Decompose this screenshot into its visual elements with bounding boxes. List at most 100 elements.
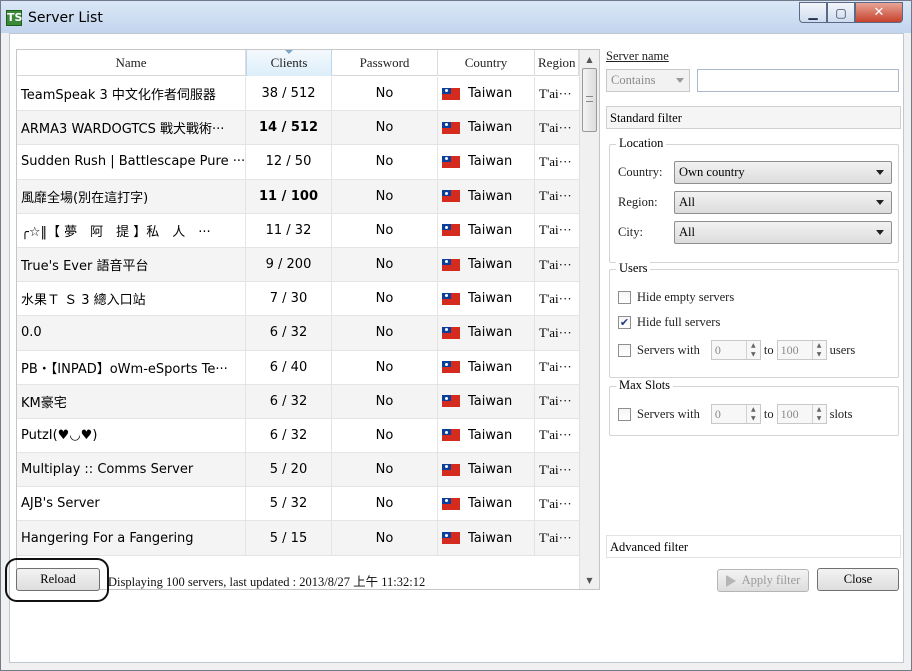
apply-filter-icon <box>725 574 736 587</box>
slots-min-spinbox[interactable]: 0 ▲ ▼ <box>710 404 761 424</box>
column-header-clients[interactable]: Clients <box>246 50 332 76</box>
server-name-cell: 0.0 <box>17 316 246 350</box>
taiwan-flag-icon <box>442 326 460 339</box>
table-row[interactable]: 0.0 6 / 32 No Taiwan T'ai··· <box>17 316 579 351</box>
column-header-name[interactable]: Name <box>17 50 246 76</box>
region-cell: T'ai··· <box>539 427 572 443</box>
hide-empty-label: Hide empty servers <box>637 290 735 304</box>
spin-down-icon[interactable]: ▼ <box>747 414 760 423</box>
location-group: Location Country: Own country Region: Al… <box>609 136 899 263</box>
close-window-button[interactable]: ✕ <box>855 2 903 23</box>
region-row: Region: All <box>618 191 892 214</box>
clients-cell: 5 / 32 <box>246 487 332 521</box>
country-select[interactable]: Own country <box>674 161 892 184</box>
table-row[interactable]: True's Ever 語音平台 9 / 200 No Taiwan T'ai··· <box>17 247 579 283</box>
scrollbar-thumb[interactable] <box>582 68 597 132</box>
server-name-cell: ARMA3 WARDOGTCS 戰犬戰術··· <box>17 111 246 145</box>
slots-range-checkbox[interactable] <box>618 407 631 421</box>
server-name-cell: TeamSpeak 3 中文化作者伺服器 <box>17 77 246 111</box>
taiwan-flag-icon <box>442 361 460 374</box>
hide-full-row[interactable]: ✔ Hide full servers <box>618 315 720 330</box>
server-name-cell: PB・【INPAD】oWm-eSports Te··· <box>17 350 246 384</box>
password-cell: No <box>332 384 438 418</box>
region-cell: T'ai··· <box>539 495 572 511</box>
spin-down-icon[interactable]: ▼ <box>747 350 760 359</box>
table-row[interactable]: TeamSpeak 3 中文化作者伺服器 38 / 512 No Taiwan T'ai… <box>17 77 579 112</box>
taiwan-flag-icon <box>442 292 460 305</box>
region-select[interactable]: All <box>674 191 892 214</box>
country-name: Taiwan <box>468 427 513 443</box>
column-header-clients-label: Clients <box>270 55 308 70</box>
table-row[interactable]: PB・【INPAD】oWm-eSports Te··· 6 / 40 No Taiwa… <box>17 350 579 385</box>
table-row[interactable]: Sudden Rush | Battlescape Pure ··· 12 / 5… <box>17 145 579 180</box>
users-min-spinbox[interactable]: 0 ▲ ▼ <box>710 340 761 360</box>
clients-cell: 11 / 32 <box>246 213 332 247</box>
server-name-cell: 風靡全場(別在這打字) <box>17 179 246 213</box>
spin-down-icon[interactable]: ▼ <box>813 414 826 423</box>
maximize-button[interactable]: ▢ <box>827 2 855 23</box>
table-row[interactable]: Multiplay :: Comms Server 5 / 20 No Taiwan T… <box>17 453 579 488</box>
taiwan-flag-icon <box>442 155 460 168</box>
slots-max-value: 100 <box>780 406 799 421</box>
scroll-down-arrow-icon[interactable]: ▼ <box>580 571 599 589</box>
taiwan-flag-icon <box>442 532 460 545</box>
minimize-button[interactable]: ▁ <box>799 2 827 23</box>
region-cell: T'ai··· <box>539 359 572 375</box>
table-row[interactable]: 風靡全場(別在這打字) 11 / 100 No Taiwan T'ai··· <box>17 179 579 214</box>
advanced-filter-header[interactable]: Advanced filter <box>606 535 901 558</box>
country-name: Taiwan <box>468 393 513 409</box>
clients-cell: 6 / 32 <box>246 316 332 350</box>
server-table[interactable]: Name Clients Password Country Region Tea… <box>16 49 600 590</box>
server-name-cell: PutzI(♥◡♥) <box>17 418 246 453</box>
column-header-password[interactable]: Password <box>332 50 438 76</box>
table-vertical-scrollbar[interactable]: ▲ ▼ <box>579 50 599 589</box>
scroll-up-arrow-icon[interactable]: ▲ <box>580 50 599 68</box>
password-cell: No <box>332 145 438 179</box>
match-mode-select[interactable]: Contains <box>606 69 690 92</box>
spin-up-icon[interactable]: ▲ <box>813 341 826 350</box>
table-row[interactable]: ARMA3 WARDOGTCS 戰犬戰術··· 14 / 512 No Taiwan T… <box>17 111 579 146</box>
users-range-checkbox[interactable] <box>618 343 631 357</box>
users-max-spinbox[interactable]: 100 ▲ ▼ <box>776 340 827 360</box>
table-row[interactable]: 水果Ｔ Ｓ 3 總入口站 7 / 30 No Taiwan T'ai··· <box>17 282 579 317</box>
country-name: Taiwan <box>468 120 513 136</box>
table-row[interactable]: PutzI(♥◡♥) 6 / 32 No Taiwan T'ai··· <box>17 418 579 454</box>
column-header-country[interactable]: Country <box>438 50 535 76</box>
table-row[interactable]: Hangering For a Fangering 5 / 15 No Taiwan T… <box>17 521 579 556</box>
close-button[interactable]: Close <box>817 568 899 591</box>
table-row[interactable]: ╭☆‖【 夢 阿 提 】私 人 ··· 11 / 32 No Taiwan T'ai··… <box>17 213 579 248</box>
minimize-icon: ▁ <box>808 5 818 20</box>
country-cell: Taiwan <box>438 213 535 247</box>
taiwan-flag-icon <box>442 395 460 408</box>
region-cell: T'ai··· <box>539 222 572 238</box>
server-name-input[interactable] <box>697 69 899 92</box>
spin-up-icon[interactable]: ▲ <box>747 341 760 350</box>
apply-filter-button[interactable]: Apply filter <box>717 569 809 592</box>
spin-down-icon[interactable]: ▼ <box>813 350 826 359</box>
taiwan-flag-icon <box>442 87 460 100</box>
spin-up-icon[interactable]: ▲ <box>747 405 760 414</box>
column-header-region[interactable]: Region <box>535 50 579 76</box>
hide-empty-row[interactable]: Hide empty servers <box>618 290 734 305</box>
region-cell: T'ai··· <box>539 188 572 204</box>
hide-full-checkbox[interactable]: ✔ <box>618 316 631 329</box>
country-name: Taiwan <box>468 325 513 341</box>
users-to-label: to <box>763 342 774 357</box>
slots-max-spinbox[interactable]: 100 ▲ ▼ <box>776 404 827 424</box>
spin-up-icon[interactable]: ▲ <box>813 405 826 414</box>
password-cell: No <box>332 179 438 213</box>
standard-filter-header[interactable]: Standard filter <box>606 106 901 129</box>
table-row[interactable]: AJB's Server 5 / 32 No Taiwan T'ai··· <box>17 487 579 522</box>
hide-empty-checkbox[interactable] <box>618 291 631 304</box>
city-select[interactable]: All <box>674 221 892 244</box>
table-row[interactable]: KM豪宅 6 / 32 No Taiwan T'ai··· <box>17 384 579 419</box>
server-name-label: Server name <box>606 49 669 64</box>
taiwan-flag-icon <box>442 258 460 271</box>
country-cell: Taiwan <box>438 77 535 111</box>
chevron-down-icon <box>876 230 884 235</box>
server-name-cell: Hangering For a Fangering <box>17 521 246 555</box>
title-bar[interactable]: TS Server List ▁ ▢ ✕ <box>1 1 911 33</box>
max-slots-group-title: Max Slots <box>616 378 674 393</box>
country-name: Taiwan <box>468 462 513 478</box>
country-name: Taiwan <box>468 291 513 307</box>
